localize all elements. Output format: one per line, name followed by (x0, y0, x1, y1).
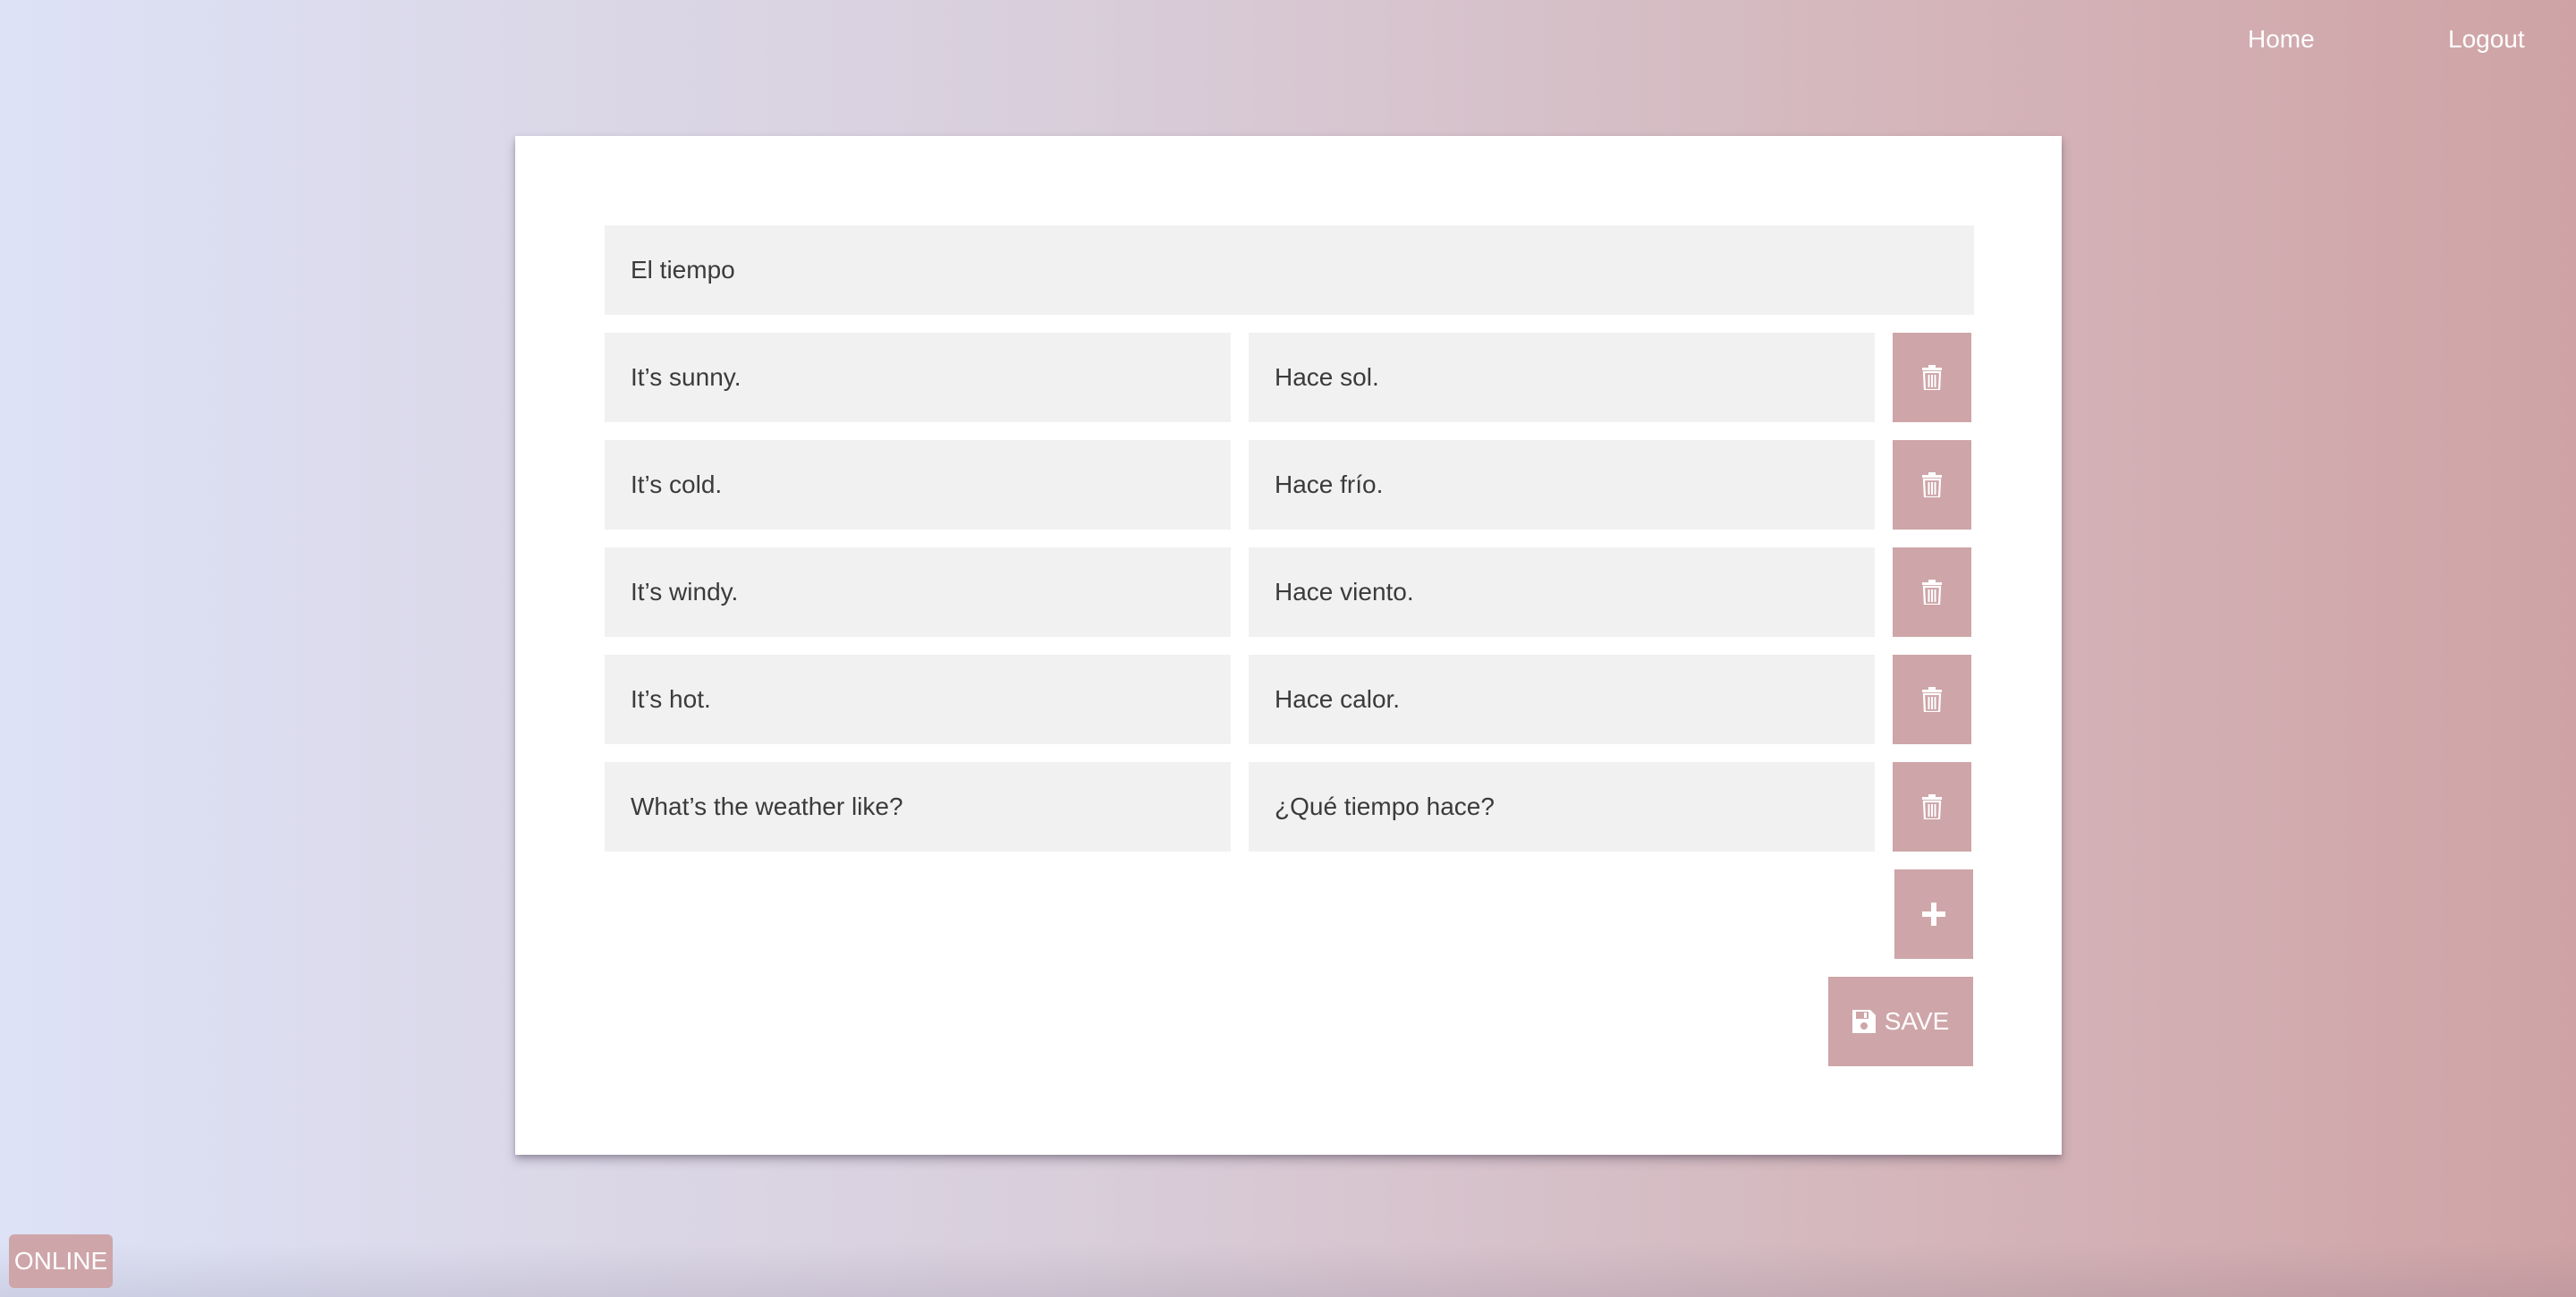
trash-icon (1922, 365, 1942, 390)
delete-card-button[interactable] (1893, 547, 1971, 637)
save-button[interactable]: SAVE (1828, 977, 1973, 1066)
spanish-phrase-input[interactable]: Hace calor. (1249, 655, 1875, 744)
delete-card-button[interactable] (1893, 333, 1971, 422)
plus-icon (1922, 903, 1945, 926)
delete-card-button[interactable] (1893, 440, 1971, 530)
spanish-phrase-input[interactable]: Hace viento. (1249, 547, 1875, 637)
trash-icon (1922, 472, 1942, 497)
spanish-phrase-input[interactable]: Hace frío. (1249, 440, 1875, 530)
delete-card-button[interactable] (1893, 655, 1971, 744)
trash-icon (1922, 687, 1942, 712)
save-button-label: SAVE (1884, 1007, 1950, 1035)
english-phrase-input[interactable]: It’s cold. (605, 440, 1231, 530)
status-badge: ONLINE (9, 1234, 113, 1288)
add-card-button[interactable] (1894, 869, 1973, 959)
spanish-phrase-input[interactable]: Hace sol. (1249, 333, 1875, 422)
english-phrase-input[interactable]: It’s hot. (605, 655, 1231, 744)
english-phrase-input[interactable]: It’s sunny. (605, 333, 1231, 422)
nav-home-link[interactable]: Home (2248, 25, 2315, 54)
trash-icon (1922, 794, 1942, 819)
english-phrase-input[interactable]: What’s the weather like? (605, 762, 1231, 852)
deck-title-input[interactable]: El tiempo (605, 225, 1974, 315)
trash-icon (1922, 580, 1942, 605)
floppy-disk-icon (1852, 1010, 1876, 1033)
bottom-shade (0, 1243, 2576, 1297)
nav-logout-link[interactable]: Logout (2448, 25, 2525, 54)
english-phrase-input[interactable]: It’s windy. (605, 547, 1231, 637)
deck-editor-card: El tiempo It’s sunny. Hace sol. It’s col… (515, 136, 2062, 1155)
spanish-phrase-input[interactable]: ¿Qué tiempo hace? (1249, 762, 1875, 852)
delete-card-button[interactable] (1893, 762, 1971, 852)
